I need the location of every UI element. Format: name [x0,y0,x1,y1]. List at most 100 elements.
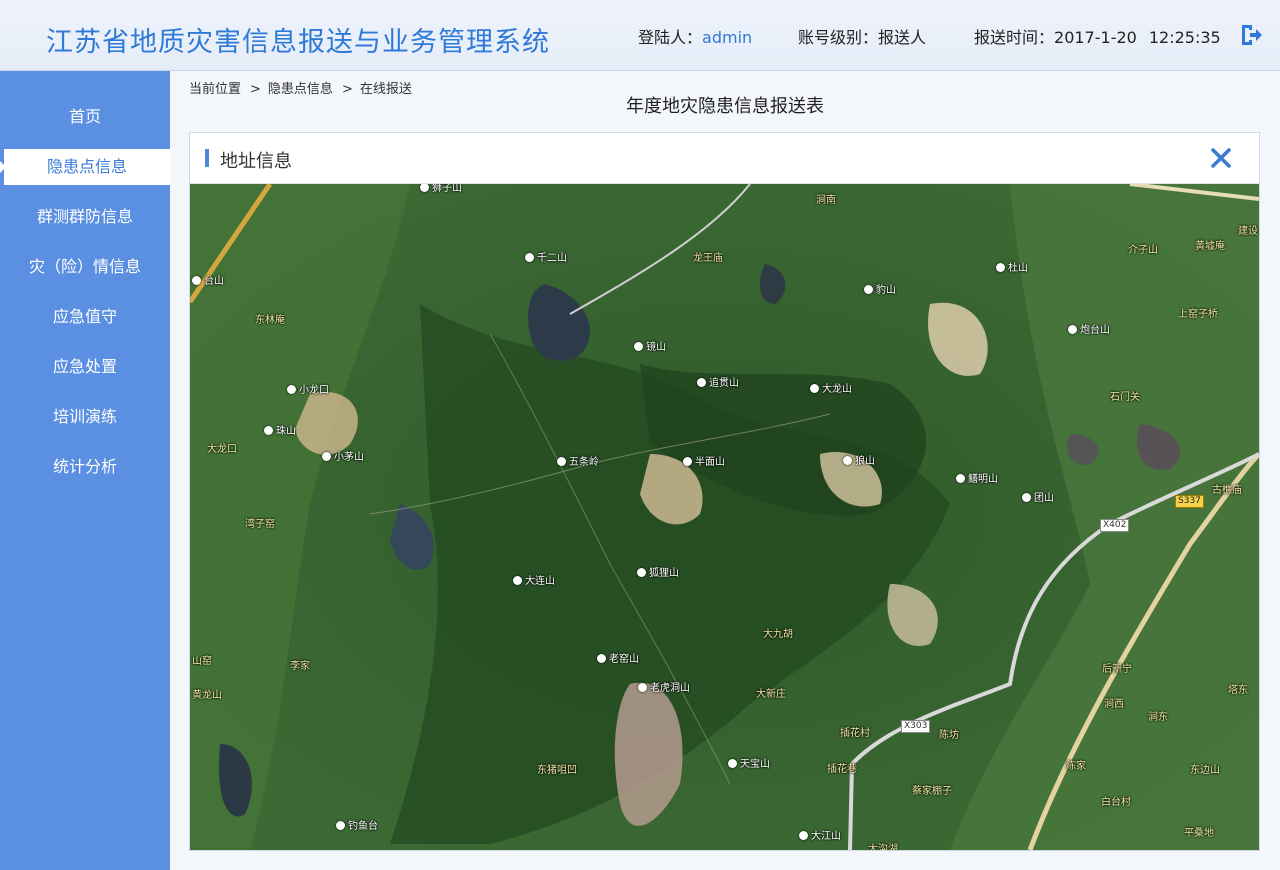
map-label-mountain: 炮台山 [1068,321,1110,336]
mountain-icon [557,457,566,466]
sidebar-item-group-monitoring[interactable]: 群测群防信息 [0,199,170,235]
sidebar-item-emergency-duty[interactable]: 应急值守 [0,299,170,335]
map-label-village: 介子山 [1128,245,1158,256]
map-label-village: 涧东 [1148,712,1168,723]
sidebar-item-training[interactable]: 培训演练 [0,399,170,435]
map-label-village: 白台村 [1101,797,1131,808]
map-label-village: 山窑 [192,656,212,667]
map-label-village: 黄墟庵 [1195,241,1225,252]
panel-header: 地址信息 [190,133,1259,184]
map-label-village: 大沟湖 [868,844,898,850]
mountain-icon [799,831,808,840]
mountain-icon [264,426,273,435]
map-label-mountain: 杜山 [996,259,1028,274]
mountain-icon [638,683,647,692]
mountain-icon [728,759,737,768]
map-label-mountain: 豹山 [864,281,896,296]
mountain-icon [336,821,345,830]
map-label-village: 大龙口 [207,444,237,455]
sidebar-item-emergency-response[interactable]: 应急处置 [0,349,170,385]
map-label-village: 东边山 [1190,765,1220,776]
map-label-village: 陈坊 [939,730,959,741]
map-label-mountain: 小龙口 [287,381,329,396]
map-label-village: 石门关 [1110,392,1140,403]
mountain-icon [996,263,1005,272]
mountain-icon [697,378,706,387]
page-title: 年度地灾隐患信息报送表 [626,96,824,117]
app-header: 江苏省地质灾害信息报送与业务管理系统 登陆人：admin 账号级别：报送人 报送… [0,0,1280,71]
map-label-mountain: 团山 [1022,489,1054,504]
logout-icon[interactable] [1238,22,1264,48]
mountain-icon [597,654,606,663]
user-info: 登陆人：admin [638,24,752,48]
map-label-mountain: 珠山 [264,422,296,437]
map-label-village: 古樵庙 [1212,485,1242,496]
close-icon[interactable] [1210,147,1232,169]
sidebar-nav: 首页 隐患点信息 群测群防信息 灾（险）情信息 应急值守 应急处置 培训演练 统… [0,71,170,870]
map-label-mountain: 追贯山 [697,374,739,389]
map-label-mountain: 老窑山 [597,650,639,665]
map-label-village: 插花村 [840,728,870,739]
map-label-village: 涧南 [816,195,836,206]
app-title: 江苏省地质灾害信息报送与业务管理系统 [46,27,550,58]
mountain-icon [420,184,429,192]
map-label-mountain: 钓鱼台 [336,817,378,832]
mountain-icon [1068,325,1077,334]
road-sign: X402 [1100,519,1130,532]
address-panel: 地址信息 千二山 台山 镜山 追贯山 大龙山 豹山 杜山 炮台山 小龙口 珠山 … [189,132,1260,851]
map-label-mountain: 台山 [192,272,224,287]
map-label-mountain: 镜山 [634,338,666,353]
sidebar-item-statistics[interactable]: 统计分析 [0,449,170,485]
mountain-icon [956,474,965,483]
map-label-village: 蔡家棚子 [912,786,952,797]
mountain-icon [322,452,331,461]
road-sign: S337 [1175,495,1204,508]
panel-title: 地址信息 [220,151,292,172]
user-label: 登陆人： [638,28,703,47]
map-label-mountain: 五条岭 [557,453,599,468]
map-label-mountain: 大连山 [513,572,555,587]
mountain-icon [287,385,296,394]
sidebar-item-hazard-points[interactable]: 隐患点信息 [0,149,170,185]
time-label: 报送时间： [974,28,1055,47]
map-label-village: 湾子窑 [245,519,275,530]
mountain-icon [513,576,522,585]
mountain-icon [864,285,873,294]
mountain-icon [810,384,819,393]
account-level-info: 账号级别：报送人 [798,24,926,48]
map-label-village: 平桑地 [1184,828,1214,839]
satellite-map[interactable]: 千二山 台山 镜山 追贯山 大龙山 豹山 杜山 炮台山 小龙口 珠山 小茅山 五… [190,184,1259,850]
level-value: 报送人 [878,28,927,47]
map-label-mountain: 狐狸山 [637,564,679,579]
mountain-icon [525,253,534,262]
mountain-icon [1022,493,1031,502]
map-label-village: 黄龙山 [192,690,222,701]
map-label-mountain: 小茅山 [322,448,364,463]
map-label-mountain: 老虎洞山 [638,679,690,694]
map-label-mountain: 半面山 [683,453,725,468]
map-label-village: 建设 [1238,226,1258,237]
time-value: 12:25:35 [1148,28,1221,47]
panel-accent-bar [205,149,209,167]
mountain-icon [192,276,201,285]
map-label-village: 塔东 [1228,685,1248,696]
sidebar-item-disaster-info[interactable]: 灾（险）情信息 [0,249,170,285]
mountain-icon [683,457,692,466]
mountain-icon [843,456,852,465]
date-value: 2017-1-20 [1054,28,1137,47]
map-label-village: 大九胡 [763,629,793,640]
map-label-mountain: 千二山 [525,249,567,264]
map-label-village: 龙王庙 [693,253,723,264]
map-label-mountain: 狼山 [843,452,875,467]
map-label-village: 李家 [290,661,310,672]
map-label-village: 大新庄 [756,689,786,700]
map-label-village: 后新宁 [1102,664,1132,675]
map-label-mountain: 大江山 [799,827,841,842]
map-label-mountain: 天宝山 [728,755,770,770]
mountain-icon [637,568,646,577]
map-label-village: 陈家 [1066,761,1086,772]
map-imagery [190,184,1259,850]
sidebar-item-home[interactable]: 首页 [0,99,170,135]
mountain-icon [634,342,643,351]
report-time-info: 报送时间：2017-1-20 12:25:35 [974,24,1221,48]
